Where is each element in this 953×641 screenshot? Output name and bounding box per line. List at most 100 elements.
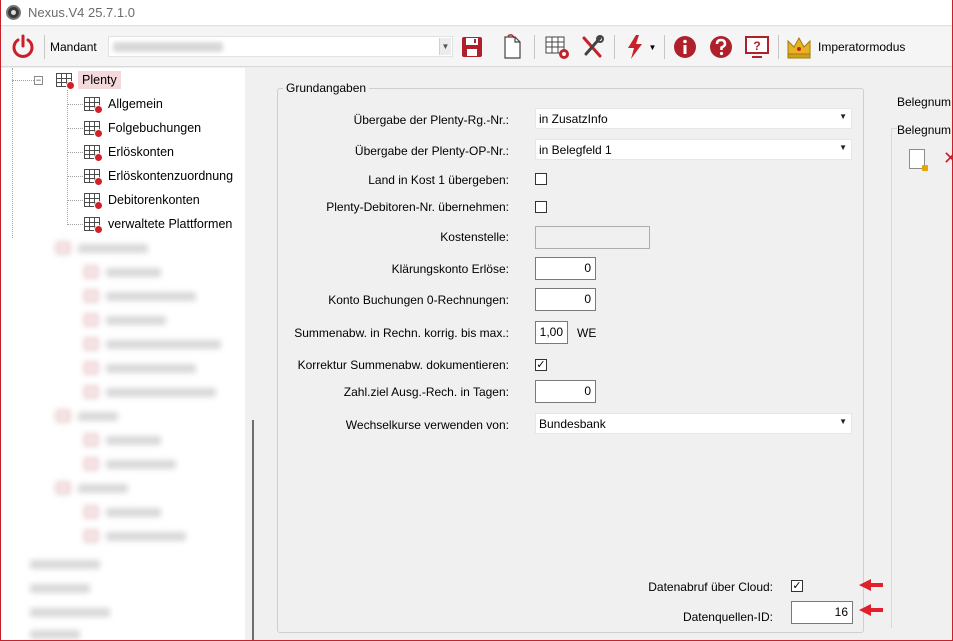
toolbar-separator bbox=[664, 35, 665, 59]
toolbar-separator bbox=[534, 35, 535, 59]
new-document-icon[interactable] bbox=[909, 149, 928, 171]
toolbar-separator bbox=[44, 35, 45, 59]
tree-line bbox=[67, 90, 68, 225]
zahlziel-field[interactable]: 0 bbox=[535, 380, 596, 403]
tree-node-redacted bbox=[30, 604, 110, 620]
tree-node-folgebuchungen[interactable]: Folgebuchungen bbox=[84, 118, 201, 138]
tree-node-label: Plenty bbox=[78, 71, 121, 89]
save-button[interactable] bbox=[458, 31, 486, 63]
grid-icon bbox=[84, 169, 103, 186]
tree-node-allgemein[interactable]: Allgemein bbox=[84, 94, 163, 114]
tree-line bbox=[67, 224, 83, 225]
tree-node-label: Folgebuchungen bbox=[108, 121, 202, 135]
tree-node-redacted bbox=[84, 528, 186, 544]
cloud-checkbox[interactable]: ✓ bbox=[791, 580, 803, 592]
grid-settings-icon bbox=[545, 36, 569, 59]
chevron-down-icon: ▼ bbox=[839, 112, 847, 121]
toolbar: Mandant ▼ ▼ ? Imperatormodus bbox=[0, 27, 953, 67]
belegnummer-label: Belegnum bbox=[897, 95, 952, 109]
uebergabe-op-label: Übergabe der Plenty-OP-Nr.: bbox=[354, 144, 509, 158]
right-panel: Belegnum Belegnum ✕ bbox=[883, 68, 953, 641]
combobox-value: in Belegfeld 1 bbox=[539, 143, 612, 157]
kostenstelle-field[interactable] bbox=[535, 226, 650, 249]
tree-node-label: Erlöskonten bbox=[108, 145, 175, 159]
tree-node-redacted bbox=[56, 240, 148, 256]
chevron-down-icon: ▼ bbox=[839, 417, 847, 426]
help-icon bbox=[710, 36, 732, 58]
uebergabe-rg-label: Übergabe der Plenty-Rg.-Nr.: bbox=[353, 113, 509, 127]
tree-node-erloeskontenzuordnung[interactable]: Erlöskontenzuordnung bbox=[84, 166, 233, 186]
chevron-down-icon: ▼ bbox=[648, 42, 657, 52]
summenabw-unit: WE bbox=[577, 326, 597, 340]
new-document-button[interactable] bbox=[498, 31, 526, 63]
mandant-dropdown-button[interactable]: ▼ bbox=[439, 38, 451, 55]
tree-line bbox=[67, 176, 83, 177]
app-logo-icon bbox=[6, 5, 21, 20]
tree-node-redacted bbox=[30, 580, 90, 596]
land-kost-checkbox[interactable] bbox=[535, 173, 547, 185]
tree-line bbox=[12, 68, 13, 238]
window-title: Nexus.V4 25.7.1.0 bbox=[28, 5, 135, 20]
tree-node-verwaltete-plattformen[interactable]: verwaltete Plattformen bbox=[84, 214, 232, 234]
klaerungskonto-field[interactable]: 0 bbox=[535, 257, 596, 280]
tree-node-label: Debitorenkonten bbox=[108, 193, 200, 207]
uebergabe-rg-combobox[interactable]: in ZusatzInfo ▼ bbox=[535, 108, 852, 129]
tree-scrollbar[interactable] bbox=[252, 420, 254, 641]
tree-node-label: Erlöskontenzuordnung bbox=[108, 169, 234, 183]
korrektur-checkbox[interactable]: ✓ bbox=[535, 359, 547, 371]
grid-icon bbox=[84, 121, 103, 138]
info-icon bbox=[674, 36, 696, 58]
mandant-value-redacted bbox=[113, 42, 223, 52]
grid-icon bbox=[56, 73, 75, 90]
summenabw-label: Summenabw. in Rechn. korrig. bis max.: bbox=[294, 326, 509, 340]
konto-null-field[interactable]: 0 bbox=[535, 288, 596, 311]
grid-icon bbox=[84, 97, 103, 114]
belegnummer-group bbox=[891, 128, 953, 628]
imperator-button[interactable] bbox=[784, 31, 814, 63]
screen-help-button[interactable]: ? bbox=[742, 31, 772, 63]
tree-collapse-toggle[interactable]: − bbox=[34, 76, 43, 85]
summenabw-field[interactable]: 1,00 bbox=[535, 321, 568, 344]
power-button[interactable] bbox=[8, 31, 38, 63]
klaerungskonto-label: Klärungskonto Erlöse: bbox=[391, 262, 509, 276]
tree-node-redacted bbox=[84, 336, 221, 352]
datenquellen-label: Datenquellen-ID: bbox=[682, 610, 773, 624]
tree-node-redacted bbox=[30, 556, 100, 572]
screen-help-icon: ? bbox=[745, 36, 769, 58]
info-button[interactable] bbox=[670, 31, 700, 63]
save-icon bbox=[462, 37, 482, 57]
crown-icon bbox=[787, 36, 811, 59]
datenquellen-field[interactable]: 16 bbox=[791, 601, 853, 624]
tree-node-redacted bbox=[84, 384, 216, 400]
uebergabe-op-combobox[interactable]: in Belegfeld 1 ▼ bbox=[535, 139, 852, 160]
tree-node-erloeskonten[interactable]: Erlöskonten bbox=[84, 142, 174, 162]
wechselkurse-combobox[interactable]: Bundesbank ▼ bbox=[535, 413, 852, 434]
tree-node-redacted bbox=[84, 360, 196, 376]
chevron-down-icon: ▼ bbox=[839, 143, 847, 152]
help-button[interactable] bbox=[706, 31, 736, 63]
tree-node-plenty[interactable]: Plenty bbox=[56, 70, 121, 90]
grid-icon bbox=[84, 217, 103, 234]
combobox-value: in ZusatzInfo bbox=[539, 112, 608, 126]
wechselkurse-label: Wechselkurse verwenden von: bbox=[345, 418, 509, 432]
tree-node-redacted bbox=[84, 264, 161, 280]
group-title: Grundangaben bbox=[283, 81, 370, 95]
grid-icon bbox=[84, 193, 103, 210]
debitoren-checkbox[interactable] bbox=[535, 201, 547, 213]
toolbar-separator bbox=[778, 35, 779, 59]
navigation-tree[interactable]: − Plenty Allgemein Folgebuchungen Erlösk… bbox=[0, 68, 245, 641]
lightning-menu-button[interactable]: ▼ bbox=[620, 31, 660, 63]
mandant-combobox[interactable]: ▼ bbox=[108, 36, 453, 57]
grid-settings-button[interactable] bbox=[542, 31, 572, 63]
tree-node-debitorenkonten[interactable]: Debitorenkonten bbox=[84, 190, 200, 210]
tree-line bbox=[67, 128, 83, 129]
tools-icon bbox=[582, 35, 604, 58]
tools-button[interactable] bbox=[578, 31, 608, 63]
tree-line bbox=[67, 152, 83, 153]
cloud-label: Datenabruf über Cloud: bbox=[648, 580, 773, 594]
tree-node-redacted bbox=[84, 288, 196, 304]
tree-node-label: Allgemein bbox=[108, 97, 163, 111]
delete-icon[interactable]: ✕ bbox=[943, 148, 953, 169]
power-icon bbox=[12, 34, 34, 58]
tree-node-redacted bbox=[30, 626, 80, 641]
